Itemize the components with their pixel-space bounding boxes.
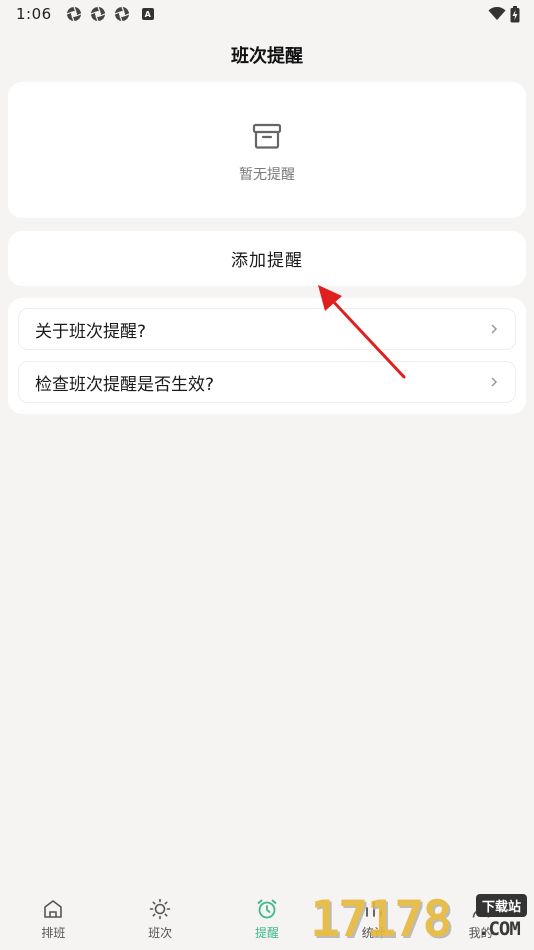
page-title: 班次提醒 <box>231 46 303 67</box>
keyboard-a-icon: A <box>141 8 154 20</box>
nav-label: 我的 <box>468 926 493 940</box>
status-system-icons <box>488 5 520 23</box>
faq-item-check[interactable]: 检查班次提醒是否生效? <box>18 361 516 403</box>
nav-label: 班次 <box>148 926 173 940</box>
add-reminder-label: 添加提醒 <box>231 251 303 271</box>
status-bar: 1:06 A <box>0 0 534 28</box>
sun-icon <box>149 898 171 920</box>
wifi-icon <box>488 7 506 20</box>
nav-label: 统计 <box>361 926 386 940</box>
faq-item-label: 关于班次提醒? <box>35 321 147 342</box>
alarm-clock-icon <box>257 899 277 919</box>
aperture-icon <box>66 6 81 22</box>
app-header: 班次提醒 <box>0 40 534 70</box>
chart-icon <box>365 901 382 917</box>
nav-label: 排班 <box>41 926 66 940</box>
faq-item-about[interactable]: 关于班次提醒? <box>18 308 516 350</box>
aperture-icon <box>114 6 129 22</box>
nav-item-schedule[interactable]: 排班 <box>13 898 93 941</box>
status-time: 1:06 <box>16 5 52 23</box>
nav-item-profile[interactable]: 我的 <box>441 898 521 941</box>
user-icon <box>472 900 489 918</box>
empty-state-card: 暂无提醒 <box>8 82 526 218</box>
status-notification-icons: A <box>66 6 154 22</box>
faq-item-label: 检查班次提醒是否生效? <box>35 374 215 395</box>
nav-item-reminders[interactable]: 提醒 <box>227 898 307 941</box>
archive-box-icon <box>252 123 282 149</box>
faq-card: 关于班次提醒? 检查班次提醒是否生效? <box>8 298 526 414</box>
chevron-right-icon <box>491 324 498 334</box>
bottom-nav: 排班 班次 提醒 统计 我的 <box>0 888 534 950</box>
add-reminder-button[interactable]: 添加提醒 <box>8 231 526 286</box>
nav-item-shifts[interactable]: 班次 <box>120 898 200 941</box>
aperture-icon <box>90 6 105 22</box>
nav-item-stats[interactable]: 统计 <box>334 898 414 941</box>
battery-charging-icon <box>510 5 520 22</box>
chevron-right-icon <box>491 377 498 387</box>
nav-label: 提醒 <box>254 926 279 940</box>
empty-state-text: 暂无提醒 <box>239 167 295 183</box>
home-icon <box>44 900 63 918</box>
